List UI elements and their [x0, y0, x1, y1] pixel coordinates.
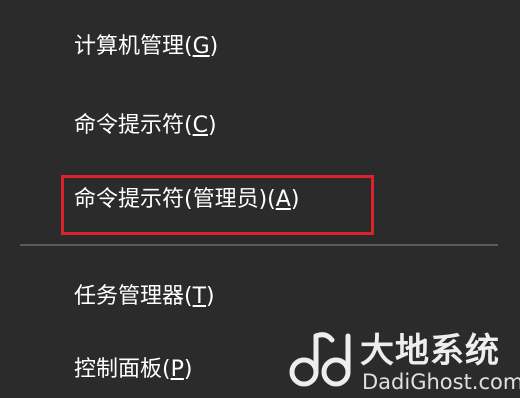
menu-item-mnemonic: T	[192, 284, 207, 309]
menu-item-label: 控制面板(	[74, 357, 171, 382]
menu-item-label: 任务管理器(	[74, 284, 193, 309]
menu-item-suffix: )	[209, 34, 219, 59]
watermark-chinese: 大地系统	[360, 331, 500, 371]
menu-item-mnemonic: G	[192, 34, 210, 59]
menu-item-control-panel[interactable]: 控制面板(P)	[74, 355, 192, 385]
menu-item-mnemonic: A	[275, 187, 291, 212]
menu-item-suffix: )	[206, 284, 215, 309]
menu-item-label: 计算机管理(	[74, 34, 193, 59]
menu-item-suffix: )	[290, 187, 300, 212]
watermark-english: DadiGhost.com	[362, 370, 520, 394]
menu-item-suffix: )	[183, 357, 193, 382]
menu-item-mnemonic: C	[192, 113, 208, 138]
menu-item-computer-management[interactable]: 计算机管理(G)	[74, 32, 218, 62]
menu-item-command-prompt-admin[interactable]: 命令提示符(管理员)(A)	[74, 185, 299, 215]
menu-separator	[20, 244, 498, 246]
menu-item-suffix: )	[207, 113, 217, 138]
menu-item-label: 命令提示符(	[74, 113, 193, 138]
menu-item-command-prompt[interactable]: 命令提示符(C)	[74, 111, 217, 141]
menu-item-task-manager[interactable]: 任务管理器(T)	[74, 282, 215, 312]
menu-item-mnemonic: P	[170, 357, 184, 382]
dadi-logo-icon	[289, 332, 351, 387]
watermark: 大地系统 DadiGhost.com	[286, 330, 520, 394]
menu-item-label: 命令提示符(管理员)(	[74, 187, 276, 212]
